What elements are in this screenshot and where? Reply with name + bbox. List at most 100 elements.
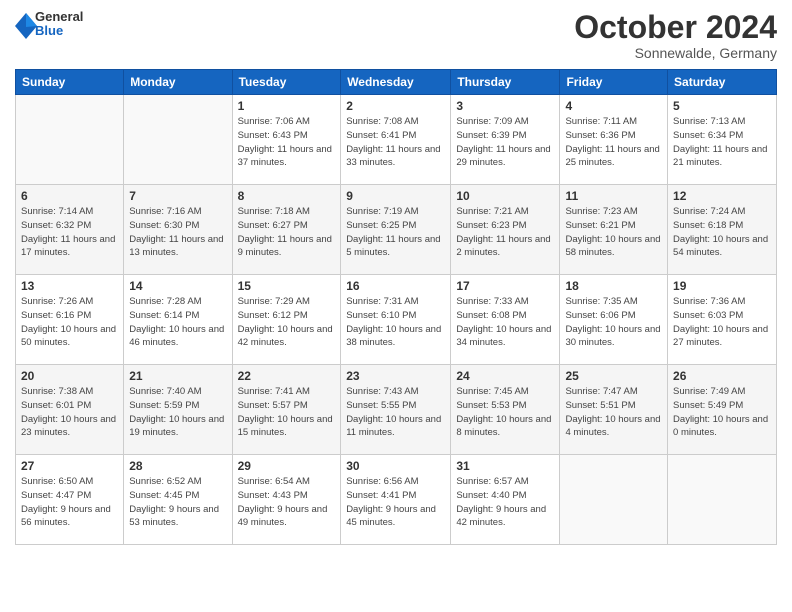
day-number: 3 [456,99,554,113]
calendar-cell-w2d0: 13 Sunrise: 7:26 AMSunset: 6:16 PMDayligh… [16,275,124,365]
calendar-cell-w2d2: 15 Sunrise: 7:29 AMSunset: 6:12 PMDayligh… [232,275,341,365]
calendar-cell-w0d2: 1 Sunrise: 7:06 AMSunset: 6:43 PMDaylight… [232,95,341,185]
calendar-cell-w0d0 [16,95,124,185]
day-info: Sunrise: 7:09 AMSunset: 6:39 PMDaylight:… [456,115,554,170]
day-number: 31 [456,459,554,473]
weekday-header-saturday: Saturday [668,70,777,95]
calendar-cell-w0d3: 2 Sunrise: 7:08 AMSunset: 6:41 PMDaylight… [341,95,451,185]
calendar-cell-w4d0: 27 Sunrise: 6:50 AMSunset: 4:47 PMDayligh… [16,455,124,545]
day-info: Sunrise: 7:43 AMSunset: 5:55 PMDaylight:… [346,385,445,440]
day-info: Sunrise: 7:41 AMSunset: 5:57 PMDaylight:… [238,385,336,440]
calendar-cell-w1d0: 6 Sunrise: 7:14 AMSunset: 6:32 PMDaylight… [16,185,124,275]
day-info: Sunrise: 7:31 AMSunset: 6:10 PMDaylight:… [346,295,445,350]
calendar-cell-w4d1: 28Sunrise: 6:52 AMSunset: 4:45 PMDayligh… [124,455,232,545]
day-number: 15 [238,279,336,293]
logo-general: General [35,10,83,24]
day-info: Sunrise: 7:08 AMSunset: 6:41 PMDaylight:… [346,115,445,170]
day-number: 23 [346,369,445,383]
weekday-header-wednesday: Wednesday [341,70,451,95]
day-number: 7 [129,189,226,203]
calendar-cell-w4d5 [560,455,668,545]
day-info: Sunrise: 6:52 AMSunset: 4:45 PMDaylight:… [129,475,226,530]
day-info: Sunrise: 6:56 AMSunset: 4:41 PMDaylight:… [346,475,445,530]
day-number: 20 [21,369,118,383]
day-info: Sunrise: 7:13 AMSunset: 6:34 PMDaylight:… [673,115,771,170]
day-info: Sunrise: 7:45 AMSunset: 5:53 PMDaylight:… [456,385,554,440]
day-number: 4 [565,99,662,113]
logo: General Blue [15,10,83,39]
calendar-cell-w4d3: 30 Sunrise: 6:56 AMSunset: 4:41 PMDayligh… [341,455,451,545]
week-row-1: 6 Sunrise: 7:14 AMSunset: 6:32 PMDaylight… [16,185,777,275]
day-info: Sunrise: 6:50 AMSunset: 4:47 PMDaylight:… [21,475,118,530]
day-number: 16 [346,279,445,293]
day-info: Sunrise: 7:14 AMSunset: 6:32 PMDaylight:… [21,205,118,260]
header: General Blue October 2024 Sonnewalde, Ge… [15,10,777,61]
calendar-cell-w0d4: 3 Sunrise: 7:09 AMSunset: 6:39 PMDaylight… [451,95,560,185]
logo-icon [15,13,33,35]
weekday-header-sunday: Sunday [16,70,124,95]
calendar-cell-w1d3: 9Sunrise: 7:19 AMSunset: 6:25 PMDaylight… [341,185,451,275]
week-row-0: 1 Sunrise: 7:06 AMSunset: 6:43 PMDaylight… [16,95,777,185]
logo-text: General Blue [35,10,83,39]
week-row-2: 13 Sunrise: 7:26 AMSunset: 6:16 PMDayligh… [16,275,777,365]
calendar: SundayMondayTuesdayWednesdayThursdayFrid… [15,69,777,545]
day-number: 29 [238,459,336,473]
day-number: 13 [21,279,118,293]
day-number: 22 [238,369,336,383]
day-number: 12 [673,189,771,203]
calendar-cell-w2d5: 18Sunrise: 7:35 AMSunset: 6:06 PMDayligh… [560,275,668,365]
day-info: Sunrise: 7:23 AMSunset: 6:21 PMDaylight:… [565,205,662,260]
month-title: October 2024 [574,10,777,45]
calendar-cell-w3d2: 22 Sunrise: 7:41 AMSunset: 5:57 PMDayligh… [232,365,341,455]
day-info: Sunrise: 7:29 AMSunset: 6:12 PMDaylight:… [238,295,336,350]
day-number: 18 [565,279,662,293]
day-info: Sunrise: 7:19 AMSunset: 6:25 PMDaylight:… [346,205,445,260]
week-row-3: 20Sunrise: 7:38 AMSunset: 6:01 PMDayligh… [16,365,777,455]
day-info: Sunrise: 7:49 AMSunset: 5:49 PMDaylight:… [673,385,771,440]
calendar-cell-w2d4: 17 Sunrise: 7:33 AMSunset: 6:08 PMDayligh… [451,275,560,365]
calendar-cell-w3d4: 24 Sunrise: 7:45 AMSunset: 5:53 PMDayligh… [451,365,560,455]
subtitle: Sonnewalde, Germany [574,45,777,61]
day-number: 25 [565,369,662,383]
logo-blue: Blue [35,24,83,38]
calendar-cell-w4d6 [668,455,777,545]
day-info: Sunrise: 7:26 AMSunset: 6:16 PMDaylight:… [21,295,118,350]
calendar-cell-w3d6: 26Sunrise: 7:49 AMSunset: 5:49 PMDayligh… [668,365,777,455]
page: General Blue October 2024 Sonnewalde, Ge… [0,0,792,612]
day-number: 1 [238,99,336,113]
day-number: 30 [346,459,445,473]
day-info: Sunrise: 7:06 AMSunset: 6:43 PMDaylight:… [238,115,336,170]
day-number: 19 [673,279,771,293]
calendar-cell-w2d6: 19 Sunrise: 7:36 AMSunset: 6:03 PMDayligh… [668,275,777,365]
day-info: Sunrise: 7:47 AMSunset: 5:51 PMDaylight:… [565,385,662,440]
calendar-cell-w1d5: 11 Sunrise: 7:23 AMSunset: 6:21 PMDayligh… [560,185,668,275]
day-number: 24 [456,369,554,383]
weekday-header-thursday: Thursday [451,70,560,95]
day-number: 21 [129,369,226,383]
day-info: Sunrise: 7:36 AMSunset: 6:03 PMDaylight:… [673,295,771,350]
day-number: 27 [21,459,118,473]
day-info: Sunrise: 7:21 AMSunset: 6:23 PMDaylight:… [456,205,554,260]
calendar-cell-w2d1: 14 Sunrise: 7:28 AMSunset: 6:14 PMDayligh… [124,275,232,365]
day-info: Sunrise: 7:24 AMSunset: 6:18 PMDaylight:… [673,205,771,260]
calendar-cell-w3d5: 25 Sunrise: 7:47 AMSunset: 5:51 PMDayligh… [560,365,668,455]
day-info: Sunrise: 7:33 AMSunset: 6:08 PMDaylight:… [456,295,554,350]
weekday-header-monday: Monday [124,70,232,95]
calendar-cell-w3d3: 23 Sunrise: 7:43 AMSunset: 5:55 PMDayligh… [341,365,451,455]
day-info: Sunrise: 7:16 AMSunset: 6:30 PMDaylight:… [129,205,226,260]
day-number: 6 [21,189,118,203]
day-number: 14 [129,279,226,293]
calendar-cell-w0d6: 5Sunrise: 7:13 AMSunset: 6:34 PMDaylight… [668,95,777,185]
day-number: 2 [346,99,445,113]
calendar-cell-w1d1: 7 Sunrise: 7:16 AMSunset: 6:30 PMDaylight… [124,185,232,275]
calendar-cell-w4d4: 31Sunrise: 6:57 AMSunset: 4:40 PMDayligh… [451,455,560,545]
day-number: 8 [238,189,336,203]
day-info: Sunrise: 7:28 AMSunset: 6:14 PMDaylight:… [129,295,226,350]
week-row-4: 27 Sunrise: 6:50 AMSunset: 4:47 PMDayligh… [16,455,777,545]
calendar-cell-w1d4: 10Sunrise: 7:21 AMSunset: 6:23 PMDayligh… [451,185,560,275]
calendar-cell-w0d5: 4Sunrise: 7:11 AMSunset: 6:36 PMDaylight… [560,95,668,185]
calendar-cell-w2d3: 16 Sunrise: 7:31 AMSunset: 6:10 PMDayligh… [341,275,451,365]
day-number: 11 [565,189,662,203]
day-number: 17 [456,279,554,293]
weekday-header-friday: Friday [560,70,668,95]
